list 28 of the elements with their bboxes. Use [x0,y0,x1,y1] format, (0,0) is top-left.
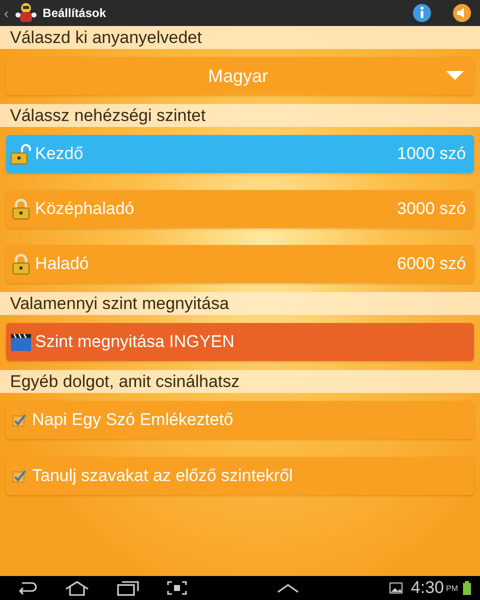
screenshot-icon[interactable] [166,580,188,596]
section-header: Válassz nehézségi szintet [0,104,480,127]
up-caret-icon[interactable] [275,582,302,594]
recent-apps-icon[interactable] [116,580,140,596]
language-dropdown[interactable]: Magyar [6,57,474,95]
unlock-free-button[interactable]: Szint megnyitása INGYEN [6,323,474,361]
checkbox[interactable] [12,413,26,427]
clock-time: 4:30 [410,578,444,598]
level-item[interactable]: Kezdő 1000 szó [6,135,474,173]
section-header: Egyéb dolgot, amit csinálhatsz [0,370,480,393]
speaker-icon[interactable] [452,3,472,23]
gallery-icon [388,582,403,594]
option-row[interactable]: Tanulj szavakat az előző szintekről [6,457,474,495]
screen-title: Beállítások [42,6,106,20]
checkbox[interactable] [12,469,26,483]
level-item[interactable]: Középhaladó 3000 szó [6,190,474,228]
battery-icon [462,581,472,595]
section-header: Valamennyi szint megnyitása [0,292,480,315]
home-icon[interactable] [64,580,90,596]
option-row[interactable]: Napi Egy Szó Emlékeztető [6,401,474,439]
section-header: Válaszd ki anyanyelvedet [0,26,480,49]
clock-ampm: PM [446,584,458,592]
level-item[interactable]: Haladó 6000 szó [6,245,474,283]
back-caret[interactable]: ‹ [4,5,9,21]
info-icon[interactable] [412,3,432,23]
mascot-icon[interactable] [14,2,37,24]
clapperboard-icon [10,332,32,352]
dropdown-caret-icon [446,71,464,81]
